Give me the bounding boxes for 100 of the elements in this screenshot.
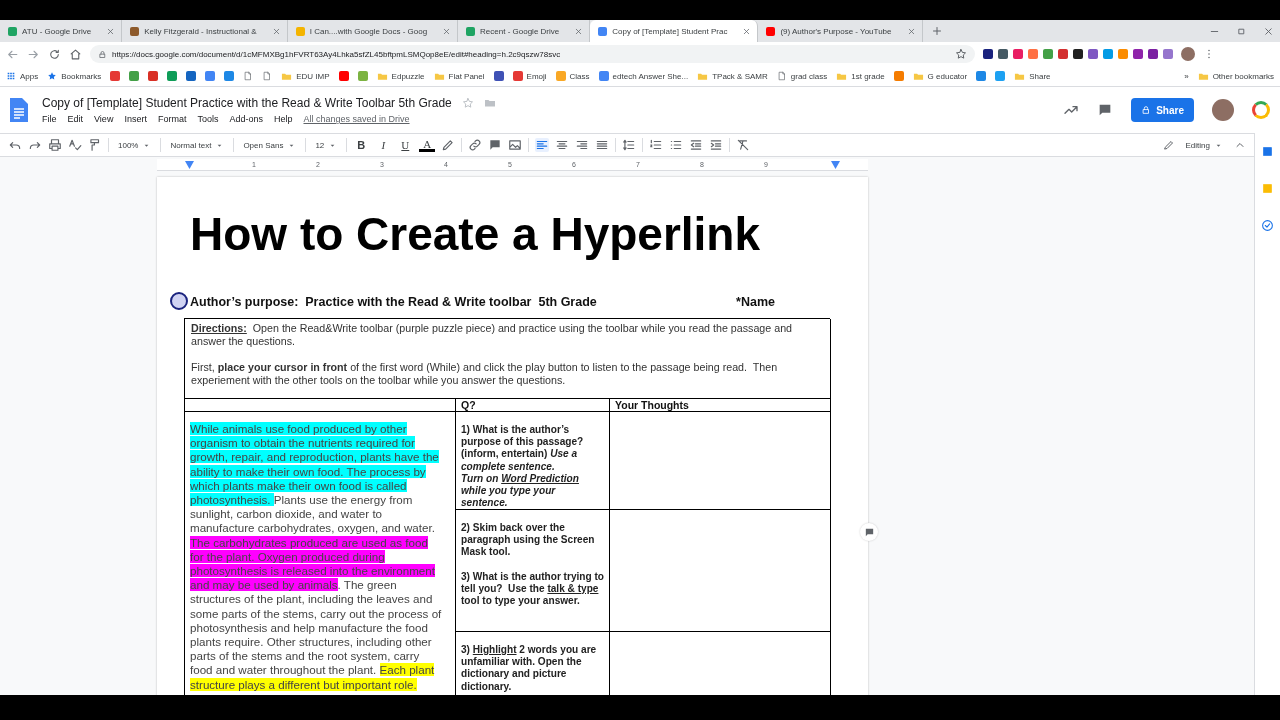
- align-icon[interactable]: [575, 138, 590, 152]
- menu-item[interactable]: Format: [157, 114, 187, 124]
- format-button[interactable]: I: [375, 139, 392, 151]
- print-icon[interactable]: [48, 138, 62, 152]
- square-icon[interactable]: [167, 71, 178, 81]
- square-icon[interactable]: [110, 71, 121, 81]
- reload-icon[interactable]: [48, 47, 61, 61]
- menu-item[interactable]: Insert: [124, 114, 147, 124]
- square-icon[interactable]: [338, 71, 349, 81]
- indent-marker-icon[interactable]: [831, 161, 840, 169]
- home-icon[interactable]: [69, 47, 82, 61]
- close-icon[interactable]: [742, 26, 752, 36]
- indent-marker-icon[interactable]: [185, 161, 194, 169]
- table-cell[interactable]: [610, 510, 831, 632]
- star-icon: [47, 71, 58, 81]
- close-icon[interactable]: [271, 26, 281, 36]
- star-icon[interactable]: [461, 97, 474, 109]
- font-dropdown[interactable]: Open Sans: [240, 140, 300, 150]
- menu-item[interactable]: Add-ons: [229, 114, 263, 124]
- square-icon[interactable]: [205, 71, 216, 81]
- paint-format-icon[interactable]: [88, 138, 102, 152]
- square-icon[interactable]: [129, 71, 140, 81]
- more-bookmarks-button[interactable]: »: [1184, 71, 1189, 81]
- bookmark[interactable]: edtech Answer She...: [598, 71, 689, 81]
- avatar-icon[interactable]: [1181, 47, 1195, 61]
- numbered-list-icon[interactable]: [649, 138, 664, 152]
- menu-item[interactable]: View: [94, 114, 114, 124]
- close-icon[interactable]: [442, 26, 452, 36]
- avatar-icon[interactable]: [1212, 99, 1234, 121]
- document-icon[interactable]: [10, 98, 28, 122]
- share-button[interactable]: Share: [1131, 98, 1194, 122]
- question-text: 1) What is the author’s purpose of this passage? (inform, entertain) Use a complete sentence. Turn on Word Prediction while you type your sentence.: [456, 412, 610, 510]
- bookmark[interactable]: Bookmarks: [47, 71, 102, 81]
- format-button[interactable]: A: [419, 138, 436, 152]
- decrease-indent-icon[interactable]: [689, 138, 704, 152]
- spellcheck-icon[interactable]: [68, 138, 82, 152]
- bookmark[interactable]: EDU IMP: [281, 70, 330, 82]
- bookmark[interactable]: Apps: [6, 71, 39, 81]
- font-size-dropdown[interactable]: 12: [312, 140, 341, 150]
- align-icon[interactable]: [555, 138, 570, 152]
- comment-icon[interactable]: [488, 138, 503, 152]
- extension-icon[interactable]: [998, 49, 1008, 59]
- close-icon[interactable]: [574, 26, 584, 36]
- bookmark[interactable]: 1st grade: [836, 70, 885, 82]
- square-icon[interactable]: [493, 71, 504, 81]
- bookmark[interactable]: Edpuzzle: [376, 70, 425, 82]
- calendar-icon[interactable]: [1261, 145, 1274, 158]
- square-icon[interactable]: [224, 71, 235, 81]
- highlighter-icon[interactable]: [441, 138, 456, 152]
- address-field[interactable]: https://docs.google.com/document/d/1cMFMXBg1hFVRT63Ay4Lhka5sfZL45bftpmLSMQop8eE/edit#heading=h.2c9qszw78svc: [90, 45, 975, 63]
- line-spacing-icon[interactable]: [622, 138, 637, 152]
- clear-formatting-icon[interactable]: [736, 138, 751, 152]
- square-icon[interactable]: [995, 71, 1006, 81]
- bookmark[interactable]: Emoji: [512, 71, 547, 81]
- format-button[interactable]: U: [397, 139, 414, 151]
- square-icon[interactable]: [976, 71, 987, 81]
- zoom-dropdown[interactable]: 100%: [115, 140, 155, 150]
- comment-plus-icon: [863, 526, 875, 538]
- format-button[interactable]: B: [353, 139, 370, 151]
- menu-item[interactable]: Tools: [197, 114, 219, 124]
- cursor-highlight-icon: [170, 292, 188, 310]
- bookmark[interactable]: Share: [1014, 70, 1051, 82]
- pencil-icon: [1162, 139, 1175, 151]
- extension-icon[interactable]: [1073, 49, 1083, 59]
- directions-text: First, place your cursor in front of the first word (While) and click the play button to listen to the passage being read. Then experiement with the other tools on the toolbar while you answer the questions.: [191, 361, 779, 387]
- add-comment-button[interactable]: [860, 523, 878, 541]
- extension-icon[interactable]: [983, 49, 993, 59]
- close-icon[interactable]: [106, 26, 116, 36]
- bulleted-list-icon[interactable]: [669, 138, 684, 152]
- bookmark[interactable]: Other bookmarks: [1197, 70, 1274, 82]
- page-icon[interactable]: [262, 71, 273, 81]
- square-icon[interactable]: [186, 71, 197, 81]
- menu-item[interactable]: File: [42, 114, 57, 124]
- style-dropdown[interactable]: Normal text: [167, 140, 228, 150]
- browser-tab[interactable]: Copy of [Template] Student Prac: [590, 20, 759, 42]
- plus-icon[interactable]: [930, 25, 943, 37]
- table-cell[interactable]: [610, 412, 831, 510]
- close-icon[interactable]: [1263, 25, 1274, 37]
- align-icon[interactable]: [535, 138, 550, 152]
- bookmark[interactable]: Class: [555, 71, 590, 81]
- increase-indent-icon[interactable]: [709, 138, 724, 152]
- menu-item[interactable]: Help: [273, 114, 293, 124]
- image-icon[interactable]: [508, 138, 523, 152]
- bookmark[interactable]: Flat Panel: [433, 70, 485, 82]
- square-icon[interactable]: [148, 71, 159, 81]
- close-icon[interactable]: [906, 26, 916, 36]
- document-title[interactable]: Copy of [Template] Student Practice with the Read & Write Toolbar 5th Grade: [42, 96, 452, 110]
- save-status-link[interactable]: All changes saved in Drive: [303, 114, 410, 124]
- tab-title: ATU - Google Drive: [22, 26, 92, 36]
- link-icon[interactable]: [468, 138, 483, 152]
- menu-item[interactable]: Edit: [67, 114, 84, 124]
- mode-dropdown[interactable]: Editing: [1182, 140, 1226, 150]
- bookmark[interactable]: grad class: [776, 71, 828, 81]
- page-icon[interactable]: [243, 71, 254, 81]
- extension-icon[interactable]: [1133, 49, 1143, 59]
- bookmark[interactable]: G educator: [912, 70, 968, 82]
- extension-icon[interactable]: [1148, 49, 1158, 59]
- bookmark[interactable]: TPack & SAMR: [697, 70, 768, 82]
- align-icon[interactable]: [595, 138, 610, 152]
- star-icon[interactable]: [955, 48, 967, 60]
